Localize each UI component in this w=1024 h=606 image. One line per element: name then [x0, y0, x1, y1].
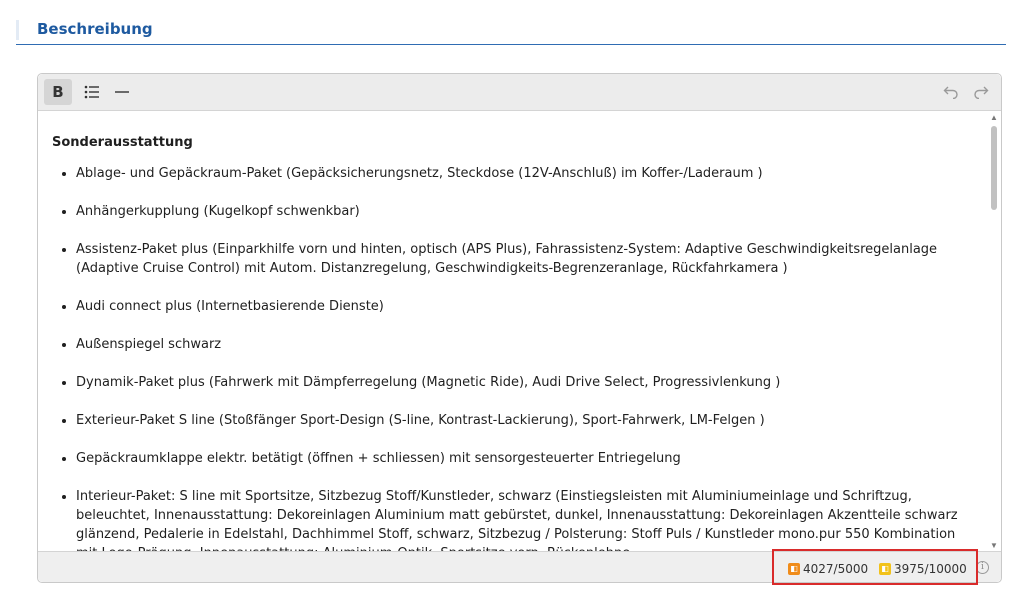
- list-item: Audi connect plus (Internetbasierende Di…: [76, 297, 973, 316]
- rich-text-editor[interactable]: B Sonderausstattung • Ablage- und Gepäck…: [37, 73, 1002, 583]
- highlight-box: [772, 549, 978, 585]
- scroll-up-arrow-icon[interactable]: ▲: [990, 114, 998, 122]
- section-divider: [16, 44, 1006, 45]
- editor-toolbar: B: [38, 74, 1001, 111]
- redo-button[interactable]: [967, 79, 995, 105]
- list-item: Anhängerkupplung (Kugelkopf schwenkbar): [76, 202, 973, 221]
- bold-button[interactable]: B: [44, 79, 72, 105]
- section-accent: [16, 20, 19, 40]
- bullet-list-icon: [84, 85, 99, 99]
- horizontal-rule-icon: [115, 91, 129, 93]
- list-item: Ablage- und Gepäckraum-Paket (Gepäcksich…: [76, 164, 973, 183]
- editor-scrollbar[interactable]: ▲ ▼: [989, 114, 999, 550]
- list-item: Gepäckraumklappe elektr. betätigt (öffne…: [76, 449, 973, 468]
- redo-icon: [974, 86, 989, 99]
- scrollbar-thumb[interactable]: [991, 126, 997, 210]
- list-item: Interieur-Paket: S line mit Sportsitze, …: [76, 487, 973, 552]
- undo-icon: [943, 86, 958, 99]
- horizontal-rule-button[interactable]: [108, 79, 136, 105]
- list-item: Außenspiegel schwarz: [76, 335, 973, 354]
- section-title: Beschreibung: [37, 20, 153, 38]
- list-item: Dynamik-Paket plus (Fahrwerk mit Dämpfer…: [76, 373, 973, 392]
- bullet-list-button[interactable]: [78, 79, 106, 105]
- undo-button[interactable]: [937, 79, 965, 105]
- scroll-down-arrow-icon[interactable]: ▼: [990, 542, 998, 550]
- equipment-list: Ablage- und Gepäckraum-Paket (Gepäcksich…: [52, 164, 973, 552]
- editor-content[interactable]: Sonderausstattung Ablage- und Gepäckraum…: [38, 111, 987, 552]
- list-item: Exterieur-Paket S line (Stoßfänger Sport…: [76, 411, 973, 430]
- list-item: Assistenz-Paket plus (Einparkhilfe vorn …: [76, 240, 973, 278]
- content-heading: Sonderausstattung: [52, 135, 193, 150]
